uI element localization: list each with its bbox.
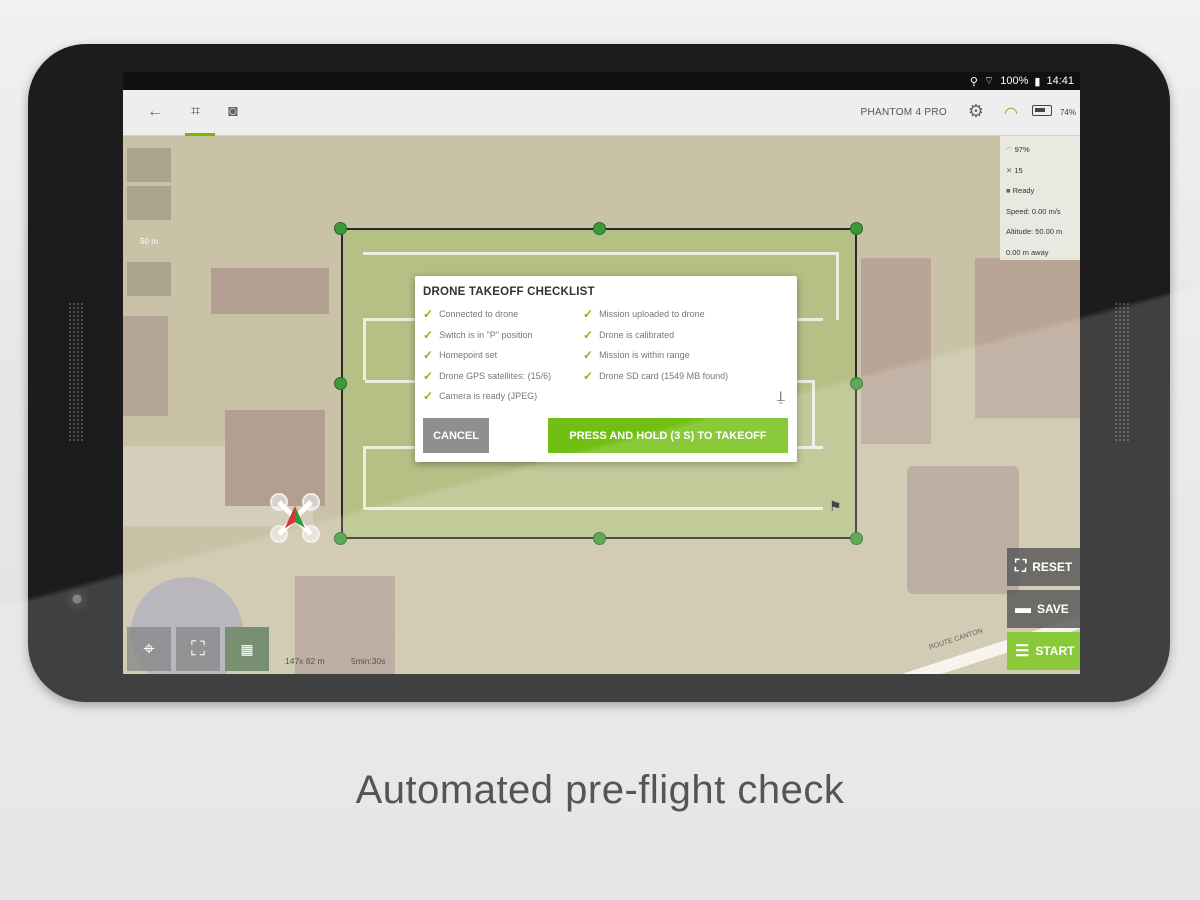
drone-battery-percent: 74% [1059,108,1076,117]
check-icon: ✓ [583,368,594,383]
back-arrow-icon[interactable]: ← [147,103,163,121]
speed-readout: Speed: 0.00 m/s [1006,206,1061,216]
check-icon: ✓ [423,327,434,342]
check-item: ✓ Camera is ready (JPEG) [423,389,538,404]
drone-battery-icon [1032,105,1052,116]
check-item: ✓ Switch is in "P" position [423,327,533,342]
tab-mission[interactable]: ⌗ [185,90,215,136]
cancel-button[interactable]: CANCEL [423,418,489,453]
takeoff-button[interactable]: PRESS AND HOLD (3 S) TO TAKEOFF [548,418,788,453]
check-item: ✓ Drone SD card (1549 MB found) [583,368,729,383]
check-icon: ✓ [583,348,594,363]
dialog-title: DRONE TAKEOFF CHECKLIST [423,286,595,298]
clock: 14:41 [1046,75,1074,87]
folder-icon: ▬ [1015,600,1031,617]
mission-corner-handle[interactable] [334,222,347,235]
tablet-frame: ROUTE CANTON 50 m ⚑ ⚲ ⌔ 100% ▮ 14:41 ← ⌗… [28,44,1170,702]
check-icon: ✓ [423,348,434,363]
battery-icon: ▮ [1034,75,1041,88]
telemetry-panel: ◠ 97% ✕ 15 ■ Ready Speed: 0.00 m/s Altit… [1000,136,1080,260]
save-button[interactable]: ▬ SAVE [1007,590,1080,628]
mission-corner-handle[interactable] [334,532,347,545]
satellite-count: ✕ 15 [1006,165,1023,175]
drone-status: ■ Ready [1006,186,1035,195]
check-item: ✓ Drone GPS satellites: (15/6) [423,368,552,383]
reset-button[interactable]: ⛶ RESET [1007,548,1080,586]
start-icon: ☰ [1015,643,1030,660]
check-item: ✓ Drone is calibrated [583,327,675,342]
check-item: ✓ Homepoint set [423,348,498,363]
location-icon: ⚲ [969,75,978,88]
signal-strength: ◠ 97% [1006,145,1030,154]
distance-readout: 0.00 m away [1006,247,1049,257]
scale-box [127,186,171,220]
fullscreen-icon: ⛶ [191,637,205,660]
camera-icon[interactable]: ◙ [228,103,238,121]
front-camera [62,584,92,614]
check-icon: ✓ [423,307,434,322]
map-layer-button[interactable]: ▦ [225,627,269,671]
reset-icon: ⛶ [1015,558,1027,575]
check-item: ✓ Connected to drone [423,307,519,322]
takeoff-icon: ⍊ [776,388,785,404]
check-icon: ✓ [423,389,434,404]
check-item: ✓ Mission uploaded to drone [583,307,705,322]
satellite-thumbnail-icon: ▦ [240,640,254,657]
app-screen: ROUTE CANTON 50 m ⚑ ⚲ ⌔ 100% ▮ 14:41 ← ⌗… [123,72,1080,674]
start-button[interactable]: ☰ START [1007,632,1080,670]
check-icon: ✓ [423,368,434,383]
fit-view-button[interactable]: ⛶ [176,627,220,671]
crosshair-icon: ⌖ [143,637,155,660]
drone-icon: ⌗ [191,103,201,120]
altitude-readout: Altitude: 50.00 m [1006,227,1063,236]
app-toolbar: ← ⌗ ◙ PHANTOM 4 PRO ⚙ ◠ 74% [123,90,1080,136]
drone-marker-icon[interactable] [269,492,321,544]
speaker-grille [68,302,84,442]
check-item: ✓ Mission is within range [583,348,690,363]
drone-model-name: PHANTOM 4 PRO [860,107,947,118]
mission-corner-handle[interactable] [850,532,863,545]
takeoff-checklist-dialog: DRONE TAKEOFF CHECKLIST ✓ Connected to dr… [415,276,797,462]
my-location-button[interactable]: ⌖ [127,627,171,671]
battery-percent: 100% [1000,75,1029,87]
wifi-icon: ⌔ [983,75,995,87]
finish-flag-icon: ⚑ [829,498,842,514]
signal-icon: ◠ [1004,105,1018,122]
system-status-bar: ⚲ ⌔ 100% ▮ 14:41 [123,72,1080,90]
mission-edge-handle[interactable] [334,377,347,390]
settings-gear-icon[interactable]: ⚙ [968,101,984,122]
mission-edge-handle[interactable] [850,377,863,390]
street-label: ROUTE CANTON [928,627,984,652]
scale-box [127,262,171,296]
check-icon: ✓ [583,307,594,322]
speaker-grille [1114,302,1130,442]
mission-corner-handle[interactable] [850,222,863,235]
mission-duration: 5min:30s [351,656,386,666]
tagline: Automated pre-flight check [355,768,845,812]
mission-dimensions: 147x 82 m [285,656,325,666]
mission-edge-handle[interactable] [593,222,606,235]
scale-box [127,148,171,182]
scale-label: 50 m [140,236,158,246]
mission-edge-handle[interactable] [593,532,606,545]
check-icon: ✓ [583,327,594,342]
checklist-grid: ✓ Connected to drone ✓ Mission uploaded to… [423,306,789,405]
